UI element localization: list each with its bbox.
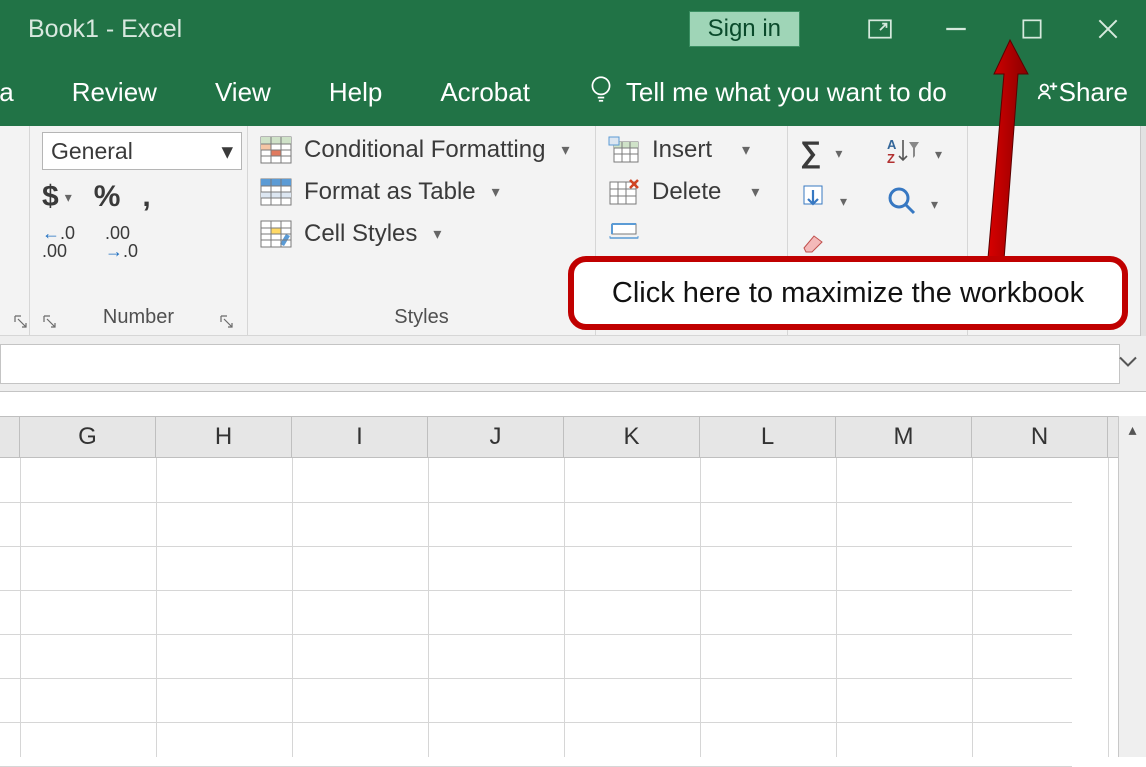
chevron-down-icon: ▾ xyxy=(751,182,759,202)
vertical-scrollbar[interactable]: ▴ xyxy=(1118,416,1146,757)
column-header[interactable]: G xyxy=(20,417,156,457)
autosum-button[interactable]: ∑ ▾ xyxy=(800,136,847,170)
delete-label: Delete xyxy=(652,178,721,206)
insert-label: Insert xyxy=(652,136,712,164)
annotation-callout: Click here to maximize the workbook xyxy=(568,256,1128,330)
group-label-styles: Styles xyxy=(260,300,583,335)
format-as-table-label: Format as Table xyxy=(304,178,476,206)
chevron-down-icon: ▾ xyxy=(835,145,842,162)
column-header[interactable]: H xyxy=(156,417,292,457)
title-bar: Book1 - Excel Sign in xyxy=(0,0,1146,58)
decrease-decimal-button[interactable]: .00 →.0 xyxy=(105,224,138,260)
cell-styles-icon xyxy=(260,220,292,248)
spreadsheet-area: GHIJKLMN ▴ xyxy=(0,392,1146,757)
number-format-value: General xyxy=(51,138,133,165)
minimize-button[interactable] xyxy=(918,0,994,58)
format-cells-icon xyxy=(608,220,640,248)
delete-cells-icon xyxy=(608,178,640,206)
cell-styles-button[interactable]: Cell Styles ▾ xyxy=(260,220,583,248)
format-as-table-icon xyxy=(260,178,292,206)
group-label-number: Number xyxy=(42,300,235,335)
insert-cells-button[interactable]: Insert ▾ xyxy=(608,136,775,164)
fill-down-icon xyxy=(800,184,826,218)
title-bar-right: Sign in xyxy=(689,0,1146,58)
column-header[interactable] xyxy=(0,417,20,457)
tell-me-search[interactable]: Tell me what you want to do xyxy=(588,74,947,111)
tab-help[interactable]: Help xyxy=(329,77,382,108)
percent-format-button[interactable]: % xyxy=(94,180,121,214)
chevron-down-icon: ▾ xyxy=(931,196,938,213)
column-header[interactable]: N xyxy=(972,417,1108,457)
close-button[interactable] xyxy=(1070,0,1146,58)
tab-data[interactable]: ta xyxy=(0,77,14,108)
sort-filter-icon: AZ xyxy=(887,136,921,172)
sort-filter-button[interactable]: AZ ▾ xyxy=(887,136,942,172)
share-plus-icon xyxy=(1037,77,1059,108)
format-cells-button[interactable] xyxy=(608,220,775,248)
conditional-formatting-label: Conditional Formatting xyxy=(304,136,545,164)
cell-styles-label: Cell Styles xyxy=(304,220,417,248)
tab-view[interactable]: View xyxy=(215,77,271,108)
ribbon-group-styles: Conditional Formatting ▾ Format as Table… xyxy=(248,126,596,335)
window-title: Book1 - Excel xyxy=(28,15,182,44)
find-select-button[interactable]: ▾ xyxy=(887,186,942,222)
svg-text:A: A xyxy=(887,137,897,152)
column-header[interactable]: K xyxy=(564,417,700,457)
format-as-table-button[interactable]: Format as Table ▾ xyxy=(260,178,583,206)
delete-cells-button[interactable]: Delete ▾ xyxy=(608,178,775,206)
annotation-text: Click here to maximize the workbook xyxy=(612,277,1084,310)
lightbulb-icon xyxy=(588,74,614,111)
chevron-down-icon: ▾ xyxy=(561,140,569,160)
ribbon-tabs: ta Review View Help Acrobat Tell me what… xyxy=(0,58,1146,126)
dialog-launcher-icon[interactable] xyxy=(13,313,29,329)
insert-cells-icon xyxy=(608,136,640,164)
dialog-launcher-icon[interactable] xyxy=(219,313,235,329)
column-headers: GHIJKLMN xyxy=(0,416,1118,458)
chevron-down-icon: ▾ xyxy=(221,138,233,165)
chevron-down-icon: ▾ xyxy=(840,193,847,210)
fill-button[interactable]: ▾ xyxy=(800,184,847,218)
accounting-format-button[interactable]: $▾ xyxy=(42,180,72,214)
share-button[interactable]: Share xyxy=(1037,58,1128,126)
maximize-button[interactable] xyxy=(994,0,1070,58)
svg-text:Z: Z xyxy=(887,151,895,166)
cells-area[interactable] xyxy=(0,458,1118,757)
scroll-up-button[interactable]: ▴ xyxy=(1119,416,1146,444)
magnifier-icon xyxy=(887,186,917,222)
comma-format-button[interactable]: , xyxy=(142,180,150,214)
tab-review[interactable]: Review xyxy=(72,77,157,108)
ribbon-right-edge xyxy=(1140,126,1146,336)
ribbon-group-number: General ▾ $▾ % , ←.0 .00 .00 →.0 xyxy=(30,126,248,335)
formula-bar xyxy=(0,336,1146,392)
sign-in-button[interactable]: Sign in xyxy=(689,11,800,47)
sigma-icon: ∑ xyxy=(800,136,821,170)
formula-input[interactable] xyxy=(0,344,1120,384)
conditional-formatting-icon xyxy=(260,136,292,164)
column-header[interactable]: J xyxy=(428,417,564,457)
dialog-launcher-icon[interactable] xyxy=(42,313,58,329)
column-header[interactable]: L xyxy=(700,417,836,457)
chevron-down-icon: ▾ xyxy=(433,224,441,244)
share-label: Share xyxy=(1059,77,1128,108)
chevron-down-icon: ▾ xyxy=(935,146,942,163)
expand-formula-bar-button[interactable] xyxy=(1116,352,1140,375)
tab-acrobat[interactable]: Acrobat xyxy=(440,77,530,108)
tell-me-placeholder: Tell me what you want to do xyxy=(626,77,947,108)
ribbon-display-options-button[interactable] xyxy=(842,0,918,58)
chevron-down-icon: ▾ xyxy=(742,140,750,160)
conditional-formatting-button[interactable]: Conditional Formatting ▾ xyxy=(260,136,583,164)
column-header[interactable]: M xyxy=(836,417,972,457)
increase-decimal-button[interactable]: ←.0 .00 xyxy=(42,224,75,260)
number-format-dropdown[interactable]: General ▾ xyxy=(42,132,242,170)
ribbon-group-partial xyxy=(0,126,30,335)
chevron-down-icon: ▾ xyxy=(492,182,500,202)
column-header[interactable]: I xyxy=(292,417,428,457)
